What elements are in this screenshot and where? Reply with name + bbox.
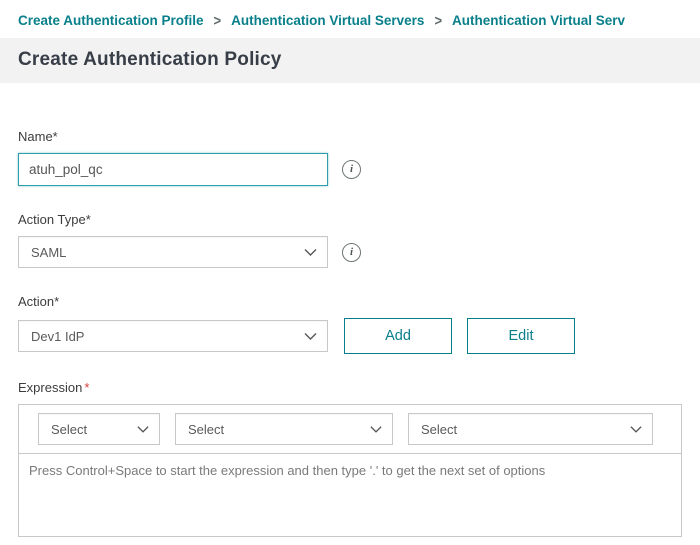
action-type-label: Action Type*	[18, 212, 682, 227]
action-field-group: Action* Dev1 IdP Add Edit	[18, 294, 682, 354]
breadcrumb-item-authentication-virtual-servers[interactable]: Authentication Virtual Servers	[231, 13, 424, 28]
info-icon[interactable]: i	[342, 243, 361, 262]
chevron-down-icon	[304, 245, 317, 260]
expression-select-3-value: Select	[421, 422, 457, 437]
chevron-right-icon: >	[434, 12, 442, 29]
breadcrumb: Create Authentication Profile > Authenti…	[0, 0, 700, 38]
breadcrumb-item-authentication-virtual-server[interactable]: Authentication Virtual Serv	[452, 13, 625, 28]
required-asterisk: *	[84, 380, 89, 395]
expression-placeholder: Press Control+Space to start the express…	[29, 463, 545, 478]
breadcrumb-item-create-authentication-profile[interactable]: Create Authentication Profile	[18, 13, 204, 28]
chevron-down-icon	[370, 422, 382, 437]
action-type-select[interactable]: SAML	[18, 236, 328, 268]
expression-editor: Select Select Se	[18, 404, 682, 537]
action-type-field-group: Action Type* SAML i	[18, 212, 682, 268]
action-select[interactable]: Dev1 IdP	[18, 320, 328, 352]
name-field-group: Name* i	[18, 129, 682, 186]
expression-select-1[interactable]: Select	[38, 413, 160, 445]
page-header: Create Authentication Policy	[0, 38, 700, 83]
expression-input-area[interactable]: Press Control+Space to start the express…	[19, 453, 681, 536]
name-label: Name*	[18, 129, 682, 144]
expression-toolbar: Select Select Se	[19, 405, 681, 453]
chevron-down-icon	[304, 329, 317, 344]
action-type-selected-value: SAML	[31, 245, 66, 260]
page-title: Create Authentication Policy	[18, 49, 682, 71]
expression-select-1-value: Select	[51, 422, 87, 437]
info-icon[interactable]: i	[342, 160, 361, 179]
expression-label: Expression*	[18, 380, 682, 395]
action-label: Action*	[18, 294, 682, 309]
add-button[interactable]: Add	[344, 318, 452, 354]
chevron-down-icon	[630, 422, 642, 437]
chevron-right-icon: >	[214, 12, 222, 29]
expression-label-text: Expression	[18, 380, 82, 395]
expression-field-group: Expression* Select Select	[18, 380, 682, 537]
name-input[interactable]	[18, 153, 328, 186]
expression-select-2-value: Select	[188, 422, 224, 437]
create-authentication-policy-form: Name* i Action Type* SAML i Action* De	[0, 83, 700, 537]
expression-select-3[interactable]: Select	[408, 413, 653, 445]
action-selected-value: Dev1 IdP	[31, 329, 84, 344]
expression-select-2[interactable]: Select	[175, 413, 393, 445]
edit-button[interactable]: Edit	[467, 318, 575, 354]
chevron-down-icon	[137, 422, 149, 437]
